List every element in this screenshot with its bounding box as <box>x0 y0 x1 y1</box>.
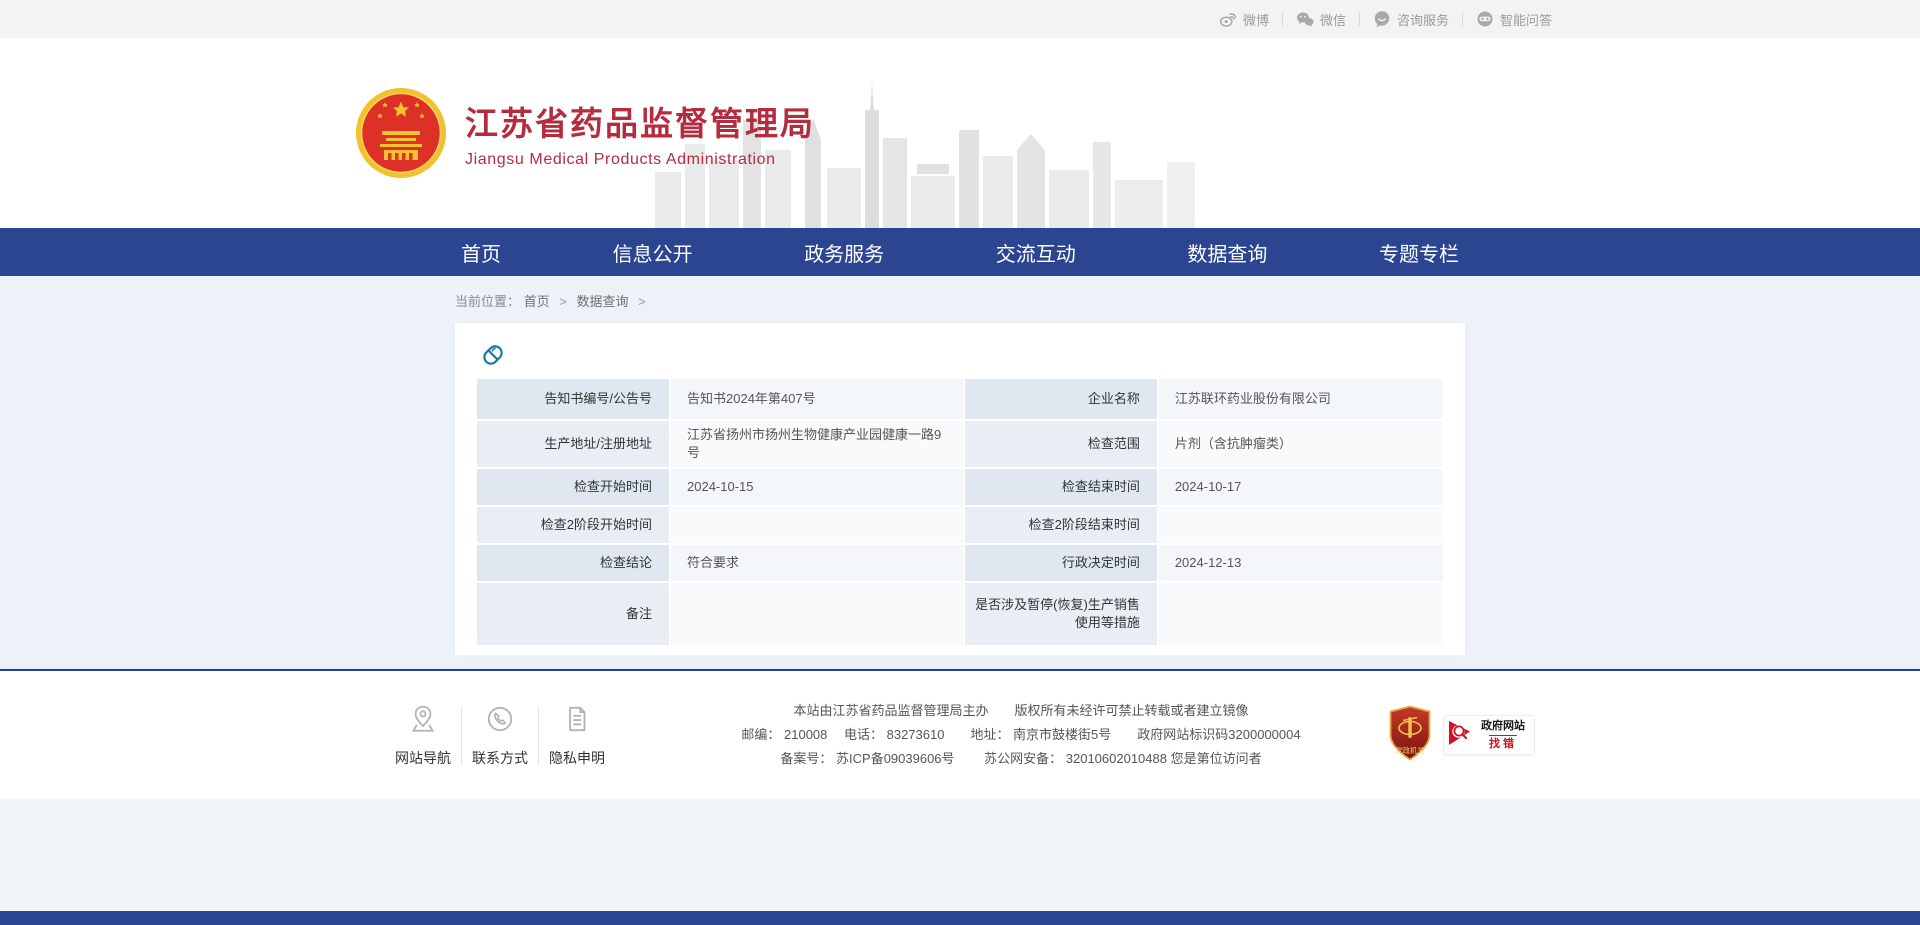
breadcrumb-link-data-query[interactable]: 数据查询 <box>577 294 629 309</box>
page-root: 微博 微信 <box>0 0 1920 925</box>
site-footer: 网站导航 联系方式 <box>0 669 1920 799</box>
field-label: 生产地址/注册地址 <box>477 421 669 467</box>
nav-item-interaction[interactable]: 交流互动 <box>990 238 1082 267</box>
field-label: 检查结束时间 <box>965 469 1157 505</box>
error-badge-line1: 政府网站 <box>1481 719 1525 734</box>
table-row: 告知书编号/公告号 告知书2024年第407号 企业名称 江苏联环药业股份有限公… <box>477 379 1443 419</box>
bottom-blue-bar <box>0 911 1920 925</box>
topbar-item-weibo[interactable]: 微博 <box>1206 10 1282 29</box>
field-value <box>671 507 963 543</box>
error-badge-line2: 找错 <box>1489 735 1517 752</box>
party-badge-text: 党政机关 <box>1396 746 1425 755</box>
document-icon <box>561 703 593 740</box>
topbar-label: 咨询服务 <box>1397 10 1449 29</box>
phone-icon <box>484 703 516 740</box>
field-value <box>671 583 963 645</box>
nav-item-gov-services[interactable]: 政务服务 <box>798 238 890 267</box>
footer-link-contact[interactable]: 联系方式 <box>462 703 538 768</box>
field-label: 行政决定时间 <box>965 545 1157 581</box>
field-label: 告知书编号/公告号 <box>477 379 669 419</box>
field-label: 备注 <box>477 583 669 645</box>
footer-line-icp: 备案号： 苏ICP备09039606号 苏公网安备： 3201060201048… <box>655 747 1387 771</box>
field-value: 江苏联环药业股份有限公司 <box>1159 379 1443 419</box>
footer-badges: 党政机关 政府网站 找错 <box>1387 705 1535 766</box>
nav-item-data-query[interactable]: 数据查询 <box>1181 238 1273 267</box>
table-row: 生产地址/注册地址 江苏省扬州市扬州生物健康产业园健康一路9号 检查范围 片剂（… <box>477 421 1443 467</box>
topbar: 微博 微信 <box>0 0 1920 38</box>
pill-icon <box>475 337 511 378</box>
field-label: 检查2阶段开始时间 <box>477 507 669 543</box>
table-row: 检查结论 符合要求 行政决定时间 2024-12-13 <box>477 545 1443 581</box>
footer-link-label: 网站导航 <box>395 748 451 768</box>
topbar-label: 微信 <box>1320 10 1346 29</box>
field-label: 企业名称 <box>965 379 1157 419</box>
footer-info: 本站由江苏省药品监督管理局主办 版权所有未经许可禁止转载或者建立镜像 邮编： 2… <box>615 699 1387 771</box>
site-title: 江苏省药品监督管理局 <box>465 97 815 145</box>
wechat-icon <box>1296 10 1314 28</box>
topbar-item-consult[interactable]: 咨询服务 <box>1360 10 1462 29</box>
table-row: 检查开始时间 2024-10-15 检查结束时间 2024-10-17 <box>477 469 1443 505</box>
topbar-label: 微博 <box>1243 10 1269 29</box>
detail-card: 告知书编号/公告号 告知书2024年第407号 企业名称 江苏联环药业股份有限公… <box>455 323 1465 655</box>
footer-link-sitemap[interactable]: 网站导航 <box>385 703 461 768</box>
field-label: 检查2阶段结束时间 <box>965 507 1157 543</box>
footer-link-privacy[interactable]: 隐私申明 <box>539 703 615 768</box>
field-value: 符合要求 <box>671 545 963 581</box>
magnifier-flag-icon <box>1446 717 1476 754</box>
main-content: 当前位置： 首页 > 数据查询 > <box>0 276 1920 669</box>
field-value <box>1159 507 1443 543</box>
breadcrumb-separator: > <box>559 294 567 309</box>
site-subtitle: Jiangsu Medical Products Administration <box>465 151 815 169</box>
breadcrumb-prefix: 当前位置： <box>455 294 520 309</box>
footer-line-host: 本站由江苏省药品监督管理局主办 版权所有未经许可禁止转载或者建立镜像 <box>655 699 1387 723</box>
field-value: 告知书2024年第407号 <box>671 379 963 419</box>
party-gov-badge[interactable]: 党政机关 <box>1387 705 1433 766</box>
breadcrumb-link-home[interactable]: 首页 <box>524 294 550 309</box>
site-header: 江苏省药品监督管理局 Jiangsu Medical Products Admi… <box>0 38 1920 228</box>
national-emblem-logo <box>355 87 447 179</box>
footer-links: 网站导航 联系方式 <box>385 703 615 768</box>
field-label: 检查范围 <box>965 421 1157 467</box>
footer-link-label: 联系方式 <box>472 748 528 768</box>
field-value <box>1159 583 1443 645</box>
table-row: 备注 是否涉及暂停(恢复)生产销售使用等措施 <box>477 583 1443 645</box>
main-nav: 首页 信息公开 政务服务 交流互动 数据查询 专题专栏 <box>0 228 1920 276</box>
inspection-detail-table: 告知书编号/公告号 告知书2024年第407号 企业名称 江苏联环药业股份有限公… <box>475 377 1445 647</box>
nav-item-info-disclosure[interactable]: 信息公开 <box>607 238 699 267</box>
weibo-icon <box>1219 10 1237 28</box>
field-value: 江苏省扬州市扬州生物健康产业园健康一路9号 <box>671 421 963 467</box>
breadcrumb-separator: > <box>638 294 646 309</box>
footer-link-label: 隐私申明 <box>549 748 605 768</box>
field-label: 是否涉及暂停(恢复)生产销售使用等措施 <box>965 583 1157 645</box>
robot-icon <box>1476 10 1494 28</box>
topbar-item-qa[interactable]: 智能问答 <box>1463 10 1565 29</box>
field-value: 2024-10-17 <box>1159 469 1443 505</box>
footer-line-contact: 邮编： 210008 电话： 83273610 地址： 南京市鼓楼街5号 政府网… <box>655 723 1387 747</box>
map-pin-icon <box>407 703 439 740</box>
gov-site-error-badge[interactable]: 政府网站 找错 <box>1443 715 1535 755</box>
topbar-label: 智能问答 <box>1500 10 1552 29</box>
breadcrumb: 当前位置： 首页 > 数据查询 > <box>455 276 1465 323</box>
table-row: 检查2阶段开始时间 检查2阶段结束时间 <box>477 507 1443 543</box>
field-value: 2024-10-15 <box>671 469 963 505</box>
field-value: 2024-12-13 <box>1159 545 1443 581</box>
page-bottom-spacer <box>0 799 1920 911</box>
chat-icon <box>1373 10 1391 28</box>
field-label: 检查开始时间 <box>477 469 669 505</box>
nav-item-home[interactable]: 首页 <box>455 238 507 267</box>
field-label: 检查结论 <box>477 545 669 581</box>
topbar-item-wechat[interactable]: 微信 <box>1283 10 1359 29</box>
nav-item-special-columns[interactable]: 专题专栏 <box>1373 238 1465 267</box>
field-value: 片剂（含抗肿瘤类） <box>1159 421 1443 467</box>
